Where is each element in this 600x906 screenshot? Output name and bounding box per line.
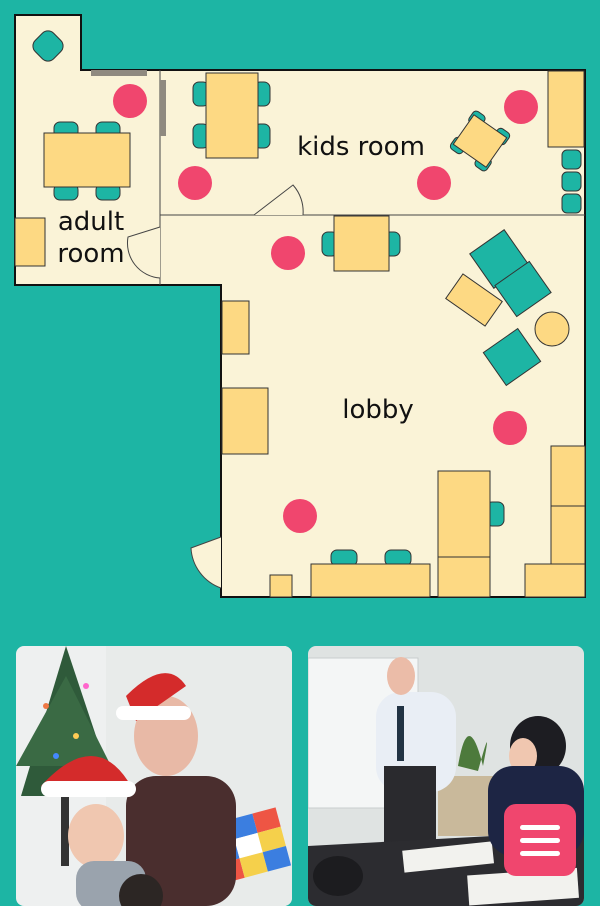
seat	[561, 149, 582, 170]
table	[524, 563, 586, 598]
marker	[504, 90, 538, 124]
round-table	[534, 311, 570, 347]
table	[547, 70, 585, 148]
marker	[271, 236, 305, 270]
table	[333, 215, 390, 272]
hamburger-menu-button[interactable]	[504, 804, 576, 876]
kids-room-label: kids room	[297, 132, 425, 162]
seat	[561, 193, 582, 214]
hamburger-menu-icon	[520, 824, 560, 830]
adult-room-label-line2: room	[57, 239, 124, 269]
table	[205, 72, 259, 159]
floor-plan: kids room adult room lobby	[14, 14, 586, 598]
table	[221, 300, 250, 355]
table	[550, 505, 586, 565]
table	[437, 470, 491, 558]
lobby-label: lobby	[342, 395, 414, 425]
door-lobby	[190, 536, 222, 589]
christmas-lesson-photo	[16, 646, 292, 906]
marker	[178, 166, 212, 200]
marker	[493, 411, 527, 445]
table	[437, 556, 491, 598]
table	[269, 574, 293, 598]
table	[550, 445, 586, 507]
table	[43, 132, 131, 188]
seat	[561, 171, 582, 192]
table	[310, 563, 431, 598]
marker	[113, 84, 147, 118]
marker	[417, 166, 451, 200]
table	[14, 217, 46, 267]
adult-room-label-line1: adult	[58, 207, 124, 237]
marker	[283, 499, 317, 533]
table	[221, 387, 269, 455]
